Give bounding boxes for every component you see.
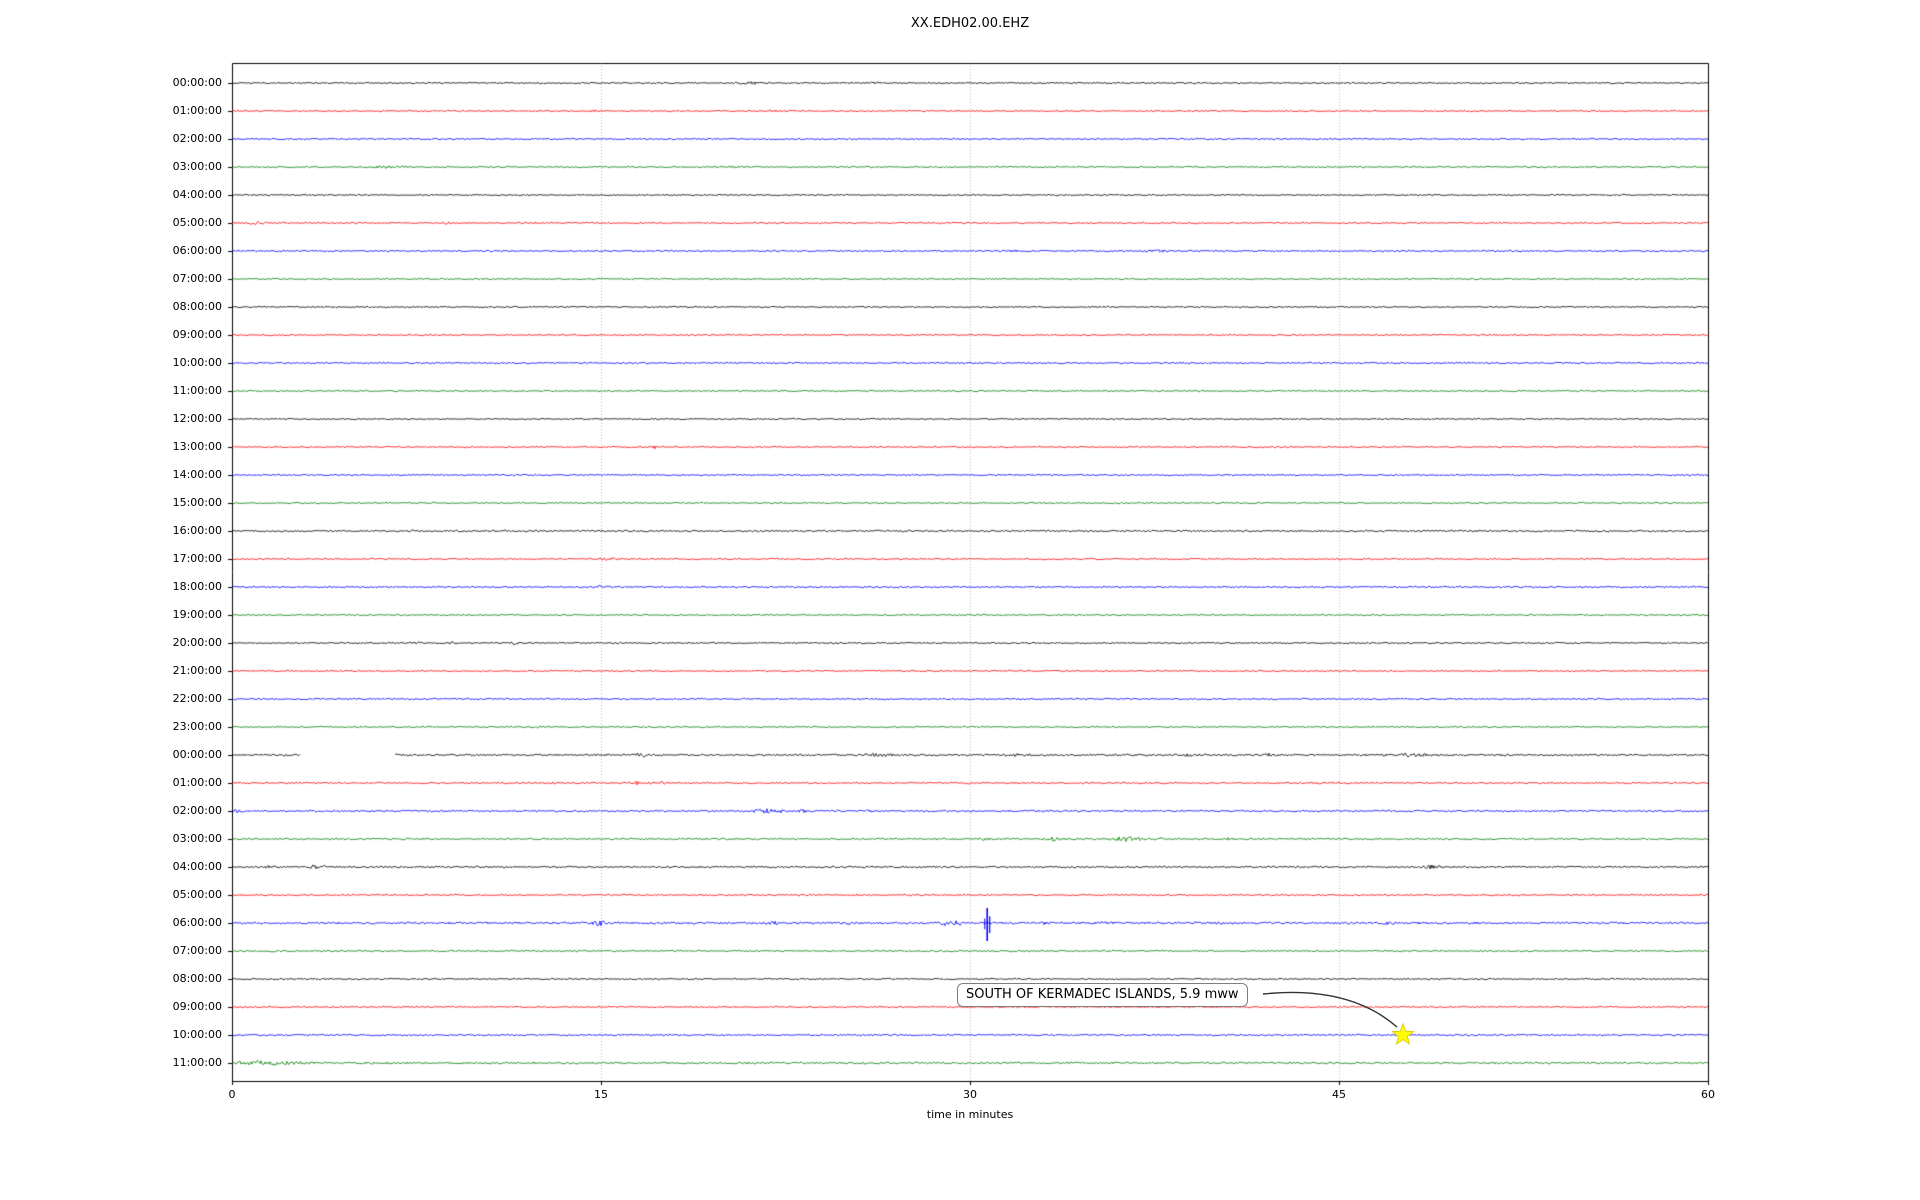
y-axis-label: 10:00:00	[172, 356, 222, 369]
event-annotation: SOUTH OF KERMADEC ISLANDS, 5.9 mww	[957, 983, 1248, 1007]
seismogram-figure: XX.EDH02.00.EHZ 00:00:0001:00:0002:00:00…	[0, 0, 1920, 1200]
x-axis-label: 60	[1701, 1088, 1715, 1101]
y-axis-label: 11:00:00	[172, 1056, 222, 1069]
x-axis-title: time in minutes	[926, 1108, 1014, 1121]
y-axis-label: 23:00:00	[172, 720, 222, 733]
y-axis-label: 01:00:00	[172, 776, 222, 789]
y-axis-label: 19:00:00	[172, 608, 222, 621]
x-axis-label: 15	[594, 1088, 608, 1101]
x-axis-label: 45	[1332, 1088, 1346, 1101]
y-axis-label: 05:00:00	[172, 888, 222, 901]
y-axis-label: 09:00:00	[172, 1000, 222, 1013]
seismogram-plot-canvas	[0, 0, 1920, 1200]
y-axis-label: 20:00:00	[172, 636, 222, 649]
y-axis-label: 06:00:00	[172, 244, 222, 257]
y-axis-label: 02:00:00	[172, 132, 222, 145]
y-axis-label: 05:00:00	[172, 216, 222, 229]
y-axis-label: 11:00:00	[172, 384, 222, 397]
y-axis-label: 01:00:00	[172, 104, 222, 117]
y-axis-label: 03:00:00	[172, 160, 222, 173]
y-axis-label: 02:00:00	[172, 804, 222, 817]
x-axis-label: 0	[228, 1088, 236, 1101]
y-axis-label: 08:00:00	[172, 300, 222, 313]
y-axis-label: 17:00:00	[172, 552, 222, 565]
y-axis-label: 06:00:00	[172, 916, 222, 929]
y-axis-label: 14:00:00	[172, 468, 222, 481]
y-axis-label: 03:00:00	[172, 832, 222, 845]
y-axis-label: 13:00:00	[172, 440, 222, 453]
y-axis-label: 21:00:00	[172, 664, 222, 677]
y-axis-label: 04:00:00	[172, 860, 222, 873]
y-axis-label: 18:00:00	[172, 580, 222, 593]
y-axis-label: 08:00:00	[172, 972, 222, 985]
x-axis-label: 30	[963, 1088, 977, 1101]
y-axis-label: 22:00:00	[172, 692, 222, 705]
y-axis-label: 00:00:00	[172, 76, 222, 89]
y-axis-label: 07:00:00	[172, 944, 222, 957]
y-axis-label: 12:00:00	[172, 412, 222, 425]
y-axis-label: 00:00:00	[172, 748, 222, 761]
y-axis-label: 09:00:00	[172, 328, 222, 341]
y-axis-label: 07:00:00	[172, 272, 222, 285]
y-axis-label: 15:00:00	[172, 496, 222, 509]
y-axis-label: 10:00:00	[172, 1028, 222, 1041]
y-axis-label: 04:00:00	[172, 188, 222, 201]
y-axis-label: 16:00:00	[172, 524, 222, 537]
